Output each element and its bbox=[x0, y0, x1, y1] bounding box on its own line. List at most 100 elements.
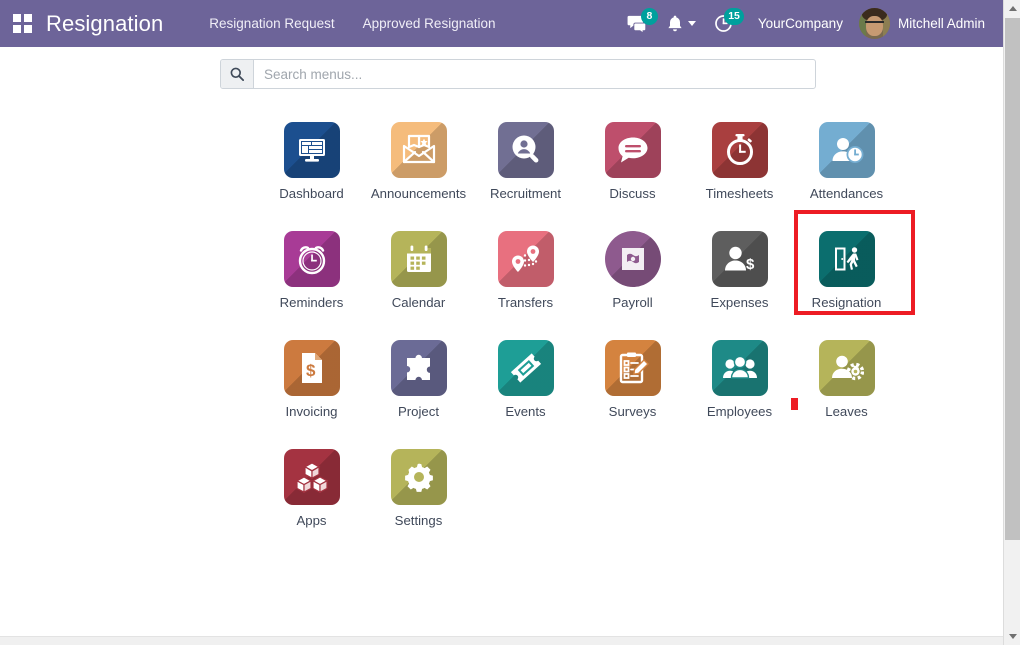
app-events[interactable]: Events bbox=[472, 330, 579, 439]
user-name-label: Mitchell Admin bbox=[897, 16, 985, 31]
surveys-tile bbox=[604, 340, 661, 396]
settings-tile bbox=[390, 449, 447, 505]
activity-clock-button[interactable]: 15 bbox=[705, 0, 744, 47]
transfers-tile bbox=[497, 231, 554, 287]
dashboard-icon bbox=[298, 139, 325, 162]
transfers-icon bbox=[511, 245, 539, 272]
app-reminders[interactable]: Reminders bbox=[258, 221, 365, 330]
company-switcher[interactable]: YourCompany bbox=[742, 16, 855, 31]
reminders-icon bbox=[298, 246, 325, 275]
project-tile bbox=[390, 340, 447, 396]
app-label: Attendances bbox=[809, 186, 884, 201]
app-label: Leaves bbox=[825, 404, 868, 419]
timesheets-tile bbox=[711, 122, 768, 178]
resignation-tile bbox=[818, 231, 875, 287]
apps-menu-toggle-button[interactable] bbox=[0, 0, 44, 47]
chevron-down-icon bbox=[687, 21, 696, 26]
app-surveys[interactable]: Surveys bbox=[579, 330, 686, 439]
app-discuss[interactable]: Discuss bbox=[579, 112, 686, 221]
app-leaves[interactable]: Leaves bbox=[793, 330, 900, 439]
page-scrollbar[interactable] bbox=[1003, 0, 1020, 645]
expenses-icon: $ bbox=[724, 246, 755, 273]
attendances-icon bbox=[832, 138, 863, 163]
app-label: Dashboard bbox=[279, 186, 344, 201]
expenses-tile: $ bbox=[711, 231, 768, 287]
bell-icon bbox=[668, 15, 682, 31]
menu-item-resignation-request[interactable]: Resignation Request bbox=[195, 0, 348, 47]
attendances-tile bbox=[818, 122, 875, 178]
apps-icon bbox=[295, 462, 328, 493]
payroll-icon bbox=[621, 248, 644, 270]
app-attendances[interactable]: Attendances bbox=[793, 112, 900, 221]
messages-button[interactable]: 8 bbox=[618, 0, 658, 47]
app-launcher-page: Resignation Resignation Request Approved… bbox=[0, 0, 1020, 645]
reminders-tile bbox=[283, 231, 340, 287]
app-label: Transfers bbox=[497, 295, 554, 310]
leaves-tile bbox=[818, 340, 875, 396]
invoicing-icon: $ bbox=[301, 353, 322, 383]
menu-item-approved-resignation[interactable]: Approved Resignation bbox=[349, 0, 510, 47]
systray: 8 15 YourCompany Mitchell Admin bbox=[618, 0, 1003, 47]
app-label: Recruitment bbox=[489, 186, 562, 201]
scrollbar-thumb[interactable] bbox=[1005, 18, 1020, 540]
recruitment-tile bbox=[497, 122, 554, 178]
app-label: Apps bbox=[296, 513, 327, 528]
search-icon bbox=[230, 67, 244, 81]
app-apps[interactable]: Apps bbox=[258, 439, 365, 548]
invoicing-tile: $ bbox=[283, 340, 340, 396]
app-label: Events bbox=[505, 404, 546, 419]
payroll-tile bbox=[604, 231, 661, 287]
search-icon-box bbox=[221, 60, 254, 88]
app-label: Expenses bbox=[710, 295, 769, 310]
app-label: Resignation bbox=[811, 295, 882, 310]
brand-title[interactable]: Resignation bbox=[46, 11, 163, 37]
app-label: Invoicing bbox=[285, 404, 338, 419]
app-payroll[interactable]: Payroll bbox=[579, 221, 686, 330]
chevron-up-icon bbox=[1008, 6, 1017, 11]
app-invoicing[interactable]: $ Invoicing bbox=[258, 330, 365, 439]
app-label: Settings bbox=[394, 513, 443, 528]
announcements-icon bbox=[402, 134, 435, 164]
app-recruitment[interactable]: Recruitment bbox=[472, 112, 579, 221]
app-label: Discuss bbox=[609, 186, 656, 201]
scroll-down-button[interactable] bbox=[1004, 628, 1020, 645]
bottom-strip bbox=[0, 636, 1003, 645]
dashboard-tile bbox=[283, 122, 340, 178]
main-menu: Resignation Request Approved Resignation bbox=[195, 0, 509, 47]
app-project[interactable]: Project bbox=[365, 330, 472, 439]
calendar-icon bbox=[406, 245, 431, 272]
menu-search-box[interactable] bbox=[220, 59, 816, 89]
activities-button[interactable] bbox=[658, 0, 705, 47]
chevron-down-icon bbox=[1008, 634, 1017, 639]
announcements-tile bbox=[390, 122, 447, 178]
svg-text:$: $ bbox=[746, 256, 755, 273]
app-label: Reminders bbox=[279, 295, 344, 310]
settings-icon bbox=[404, 463, 433, 492]
app-employees[interactable]: Employees bbox=[686, 330, 793, 439]
grid-icon bbox=[12, 14, 32, 33]
project-icon bbox=[406, 354, 430, 380]
employees-tile bbox=[711, 340, 768, 396]
recruitment-icon bbox=[512, 135, 538, 163]
app-resignation[interactable]: Resignation bbox=[793, 210, 915, 330]
app-label: Project bbox=[397, 404, 440, 419]
discuss-tile bbox=[604, 122, 661, 178]
app-settings[interactable]: Settings bbox=[365, 439, 472, 548]
messages-badge: 8 bbox=[640, 8, 658, 25]
user-menu[interactable]: Mitchell Admin bbox=[855, 0, 991, 47]
app-timesheets[interactable]: Timesheets bbox=[686, 112, 793, 221]
app-transfers[interactable]: Transfers bbox=[472, 221, 579, 330]
apps-tile bbox=[283, 449, 340, 505]
app-announcements[interactable]: Announcements bbox=[365, 112, 472, 221]
calendar-tile bbox=[390, 231, 447, 287]
top-navbar: Resignation Resignation Request Approved… bbox=[0, 0, 1003, 47]
activity-count-badge: 15 bbox=[724, 8, 744, 25]
search-input[interactable] bbox=[254, 60, 815, 88]
leaves-icon bbox=[831, 355, 864, 381]
scroll-up-button[interactable] bbox=[1004, 0, 1020, 17]
app-expenses[interactable]: $ Expenses bbox=[686, 221, 793, 330]
avatar bbox=[858, 8, 890, 39]
app-dashboard[interactable]: Dashboard bbox=[258, 112, 365, 221]
app-calendar[interactable]: Calendar bbox=[365, 221, 472, 330]
app-label: Timesheets bbox=[705, 186, 774, 201]
